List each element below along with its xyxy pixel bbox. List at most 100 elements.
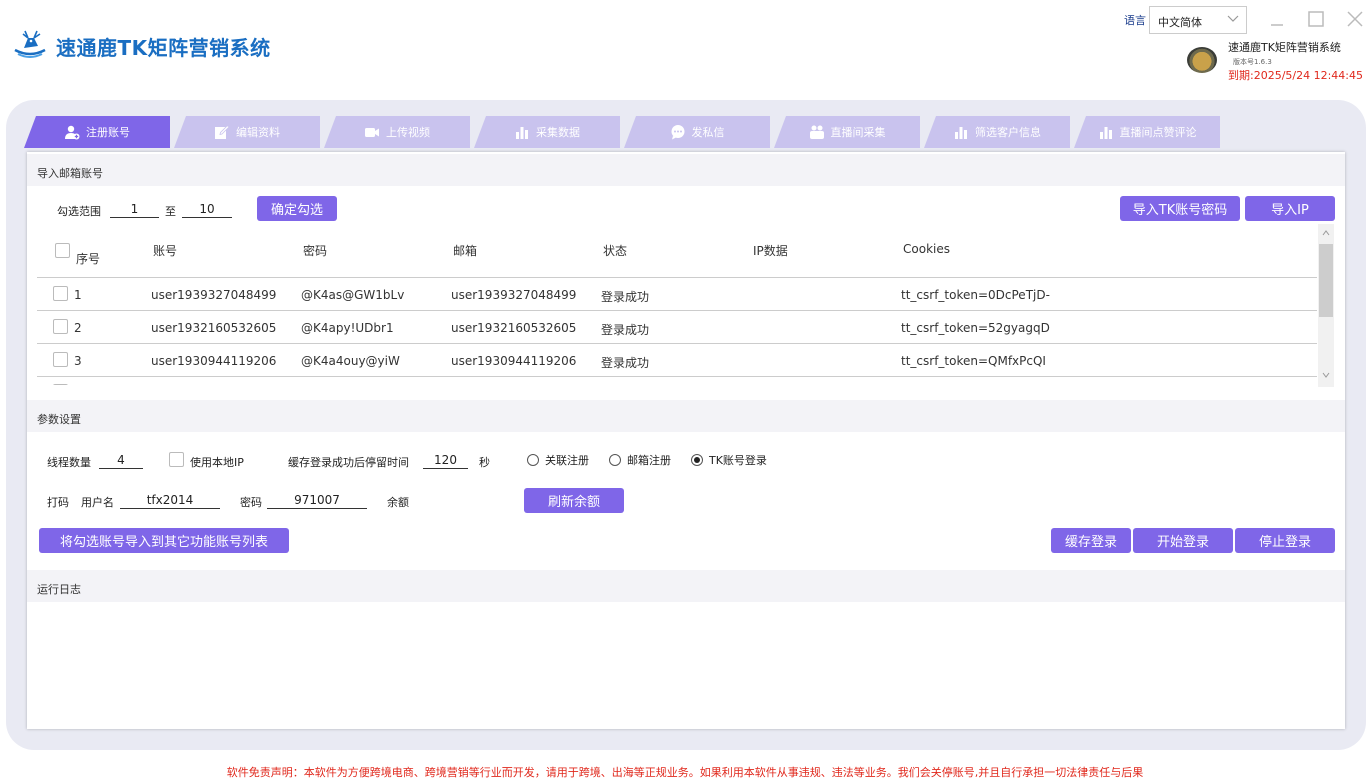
row-email: user1939327048499: [451, 288, 577, 302]
tab-live-like-comment[interactable]: 直播间点赞评论: [1074, 116, 1220, 148]
column-header-cookies: Cookies: [903, 242, 950, 256]
table-row[interactable]: 2 user1932160532605 @K4apy!UDbr1 user193…: [37, 311, 1317, 344]
tab-collect-data[interactable]: 采集数据: [474, 116, 620, 148]
tab-label: 采集数据: [536, 126, 580, 139]
logo-icon: [14, 30, 46, 58]
row-cookies: tt_csrf_token=0DcPeTjD-: [901, 288, 1050, 302]
cache-login-button[interactable]: 缓存登录: [1051, 528, 1131, 553]
confirm-select-button[interactable]: 确定勾选: [257, 196, 337, 221]
table-row[interactable]: 1 user1939327048499 @K4as@GW1bLv user193…: [37, 278, 1317, 311]
cache-wait-input[interactable]: 120: [423, 450, 468, 469]
params-section-title: 参数设置: [27, 400, 1345, 432]
tab-label: 编辑资料: [236, 126, 280, 139]
import-tk-accounts-button[interactable]: 导入TK账号密码: [1120, 196, 1240, 221]
scroll-down-icon[interactable]: [1321, 370, 1331, 380]
tab-label: 筛选客户信息: [975, 126, 1041, 139]
local-ip-checkbox[interactable]: [169, 452, 184, 467]
row-account: user1930944119206: [151, 354, 277, 368]
language-label: 语言: [1124, 14, 1146, 27]
version-label: 版本号1.6.3: [1233, 58, 1272, 66]
bar-chart-icon: [1099, 127, 1112, 139]
row-checkbox[interactable]: [53, 319, 68, 334]
tab-label: 注册账号: [86, 126, 130, 139]
column-header-status: 状态: [603, 244, 628, 258]
tab-upload-video[interactable]: 上传视频: [324, 116, 470, 148]
row-password: @K4as@GW1bLv: [301, 288, 405, 302]
range-to-input[interactable]: 10: [182, 199, 232, 218]
chat-icon: [671, 125, 684, 140]
row-email: user1930944119206: [451, 354, 577, 368]
scrollbar-thumb[interactable]: [1319, 244, 1333, 317]
row-cookies: tt_csrf_token=52gyagqD: [901, 321, 1050, 335]
row-account: user1939327048499: [151, 288, 277, 302]
row-email: user1932160532605: [451, 321, 577, 335]
row-checkbox[interactable]: [53, 352, 68, 367]
table-scrollbar[interactable]: [1318, 224, 1334, 387]
row-checkbox[interactable]: [53, 384, 68, 385]
close-icon[interactable]: [1346, 10, 1364, 28]
tab-bar: 注册账号 编辑资料 上传视频 采集数据 发私信 直播间采集 筛选客户信息 直播间…: [24, 116, 1234, 148]
edit-icon: [215, 124, 230, 139]
table-row[interactable]: 3 user1930944119206 @K4a4ouy@yiW user193…: [37, 344, 1317, 377]
tab-live-collect[interactable]: 直播间采集: [774, 116, 920, 148]
app-window: 速通鹿TK矩阵营销系统 语言 中文简体 速通鹿TK矩阵营销系统 版本号1.6.3…: [0, 0, 1370, 783]
range-from-input[interactable]: 1: [110, 199, 159, 218]
tab-edit-profile[interactable]: 编辑资料: [174, 116, 320, 148]
minimize-icon[interactable]: [1268, 10, 1286, 28]
password-label: 密码: [240, 496, 262, 509]
captcha-label: 打码: [47, 496, 69, 509]
thread-input[interactable]: 4: [99, 450, 143, 469]
tab-register[interactable]: 注册账号: [24, 116, 170, 148]
column-header-index: 序号: [76, 252, 101, 266]
tab-private-message[interactable]: 发私信: [624, 116, 770, 148]
language-select[interactable]: 中文简体: [1149, 6, 1247, 34]
log-area[interactable]: [27, 602, 1345, 729]
tab-filter-customers[interactable]: 筛选客户信息: [924, 116, 1070, 148]
tab-label: 发私信: [691, 126, 725, 139]
row-checkbox[interactable]: [53, 286, 68, 301]
username-input[interactable]: tfx2014: [120, 490, 220, 509]
people-icon: [809, 125, 824, 139]
row-index: 1: [74, 288, 82, 302]
username-label: 用户名: [81, 496, 114, 509]
column-header-email: 邮箱: [453, 244, 478, 258]
radio-tk-login[interactable]: [691, 454, 703, 466]
cache-wait-label: 缓存登录成功后停留时间: [288, 456, 409, 469]
local-ip-label: 使用本地IP: [190, 456, 244, 469]
stop-login-button[interactable]: 停止登录: [1235, 528, 1335, 553]
refresh-balance-button[interactable]: 刷新余额: [524, 488, 624, 513]
import-section-title: 导入邮箱账号: [27, 154, 1345, 186]
import-ip-button[interactable]: 导入IP: [1245, 196, 1335, 221]
export-selected-accounts-button[interactable]: 将勾选账号导入到其它功能账号列表: [39, 528, 289, 553]
radio-label: 邮箱注册: [627, 454, 671, 467]
avatar: [1187, 47, 1217, 73]
app-title: 速通鹿TK矩阵营销系统: [56, 36, 271, 60]
start-login-button[interactable]: 开始登录: [1133, 528, 1233, 553]
bar-chart-icon: [516, 127, 528, 139]
scroll-up-icon[interactable]: [1321, 228, 1331, 238]
disclaimer-text: 软件免责声明：本软件为方便跨境电商、跨境营销等行业而开发，请用于跨境、出海等正规…: [226, 766, 1144, 779]
range-label: 勾选范围: [57, 205, 101, 218]
row-index: 3: [74, 354, 82, 368]
user-title: 速通鹿TK矩阵营销系统: [1228, 41, 1341, 54]
thread-label: 线程数量: [47, 456, 91, 469]
table-row-clipped: [37, 377, 1317, 385]
row-index: 2: [74, 321, 82, 335]
language-value: 中文简体: [1158, 16, 1202, 29]
row-status: 登录成功: [601, 290, 650, 304]
radio-linked-register[interactable]: [527, 454, 539, 466]
radio-label: TK账号登录: [709, 454, 767, 467]
radio-email-register[interactable]: [609, 454, 621, 466]
log-section-title: 运行日志: [27, 570, 1345, 602]
maximize-icon[interactable]: [1307, 10, 1325, 28]
tab-label: 直播间点赞评论: [1119, 126, 1197, 139]
video-icon: [365, 128, 379, 137]
password-input[interactable]: 971007: [267, 490, 367, 509]
radio-label: 关联注册: [545, 454, 589, 467]
column-header-account: 账号: [153, 244, 178, 258]
column-header-password: 密码: [303, 244, 328, 258]
expiry-label: 到期:2025/5/24 12:44:45: [1228, 69, 1364, 82]
bar-chart-icon: [955, 127, 967, 139]
select-all-checkbox[interactable]: [55, 243, 70, 258]
row-cookies: tt_csrf_token=QMfxPcQI: [901, 354, 1046, 368]
